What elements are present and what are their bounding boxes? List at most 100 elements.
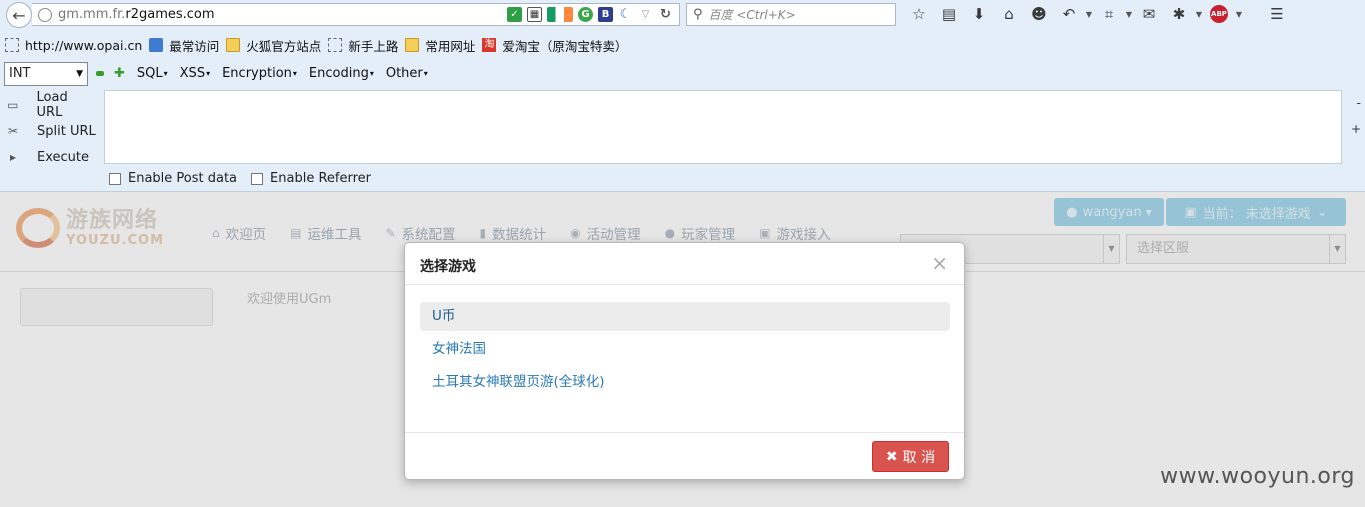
watermark: www.wooyun.org (1160, 464, 1355, 489)
close-icon: ✖ (885, 448, 898, 465)
dashed-page-icon (328, 38, 343, 52)
chevron-down-icon[interactable]: ▽ (638, 7, 653, 22)
adblock-label: ABP (1210, 5, 1228, 23)
menu-encoding[interactable]: Encoding (309, 66, 374, 81)
url-subdomain: gm.mm.fr. (58, 7, 126, 22)
address-bar[interactable]: gm.mm.fr. r2games.com ✓ ▦ G B ☾ ▽ ↻ (32, 3, 680, 26)
crop-icon[interactable]: ⌗ (1094, 3, 1124, 25)
moon-icon[interactable]: ☾ (618, 7, 633, 22)
navigation-bar: ← gm.mm.fr. r2games.com ✓ ▦ G B ☾ ▽ ↻ ⚲ 百… (0, 0, 1365, 30)
menu-sql[interactable]: SQL (137, 66, 168, 81)
bookmark-label: 常用网址 (425, 38, 476, 54)
bookmark-label: 爱淘宝（原淘宝特卖） (502, 38, 628, 54)
enable-referrer-checkbox[interactable]: Enable Referrer (251, 171, 371, 186)
hackbar-actions: ▭ Load URL ✂ Split URL ▸ Execute (4, 90, 96, 170)
menu-xss[interactable]: XSS (180, 66, 210, 81)
select-game-modal: 选择游戏 × U币 女神法国 土耳其女神联盟页游(全球化) ✖ 取 消 (404, 242, 965, 480)
game-item-turkey-goddess[interactable]: 土耳其女神联盟页游(全球化) (420, 368, 950, 397)
search-input[interactable]: ⚲ 百度 <Ctrl+K> (686, 3, 896, 26)
qrcode-icon[interactable]: ▦ (527, 7, 542, 22)
url-textarea[interactable] (104, 90, 1342, 164)
folder-icon (226, 38, 241, 52)
adblock-icon[interactable]: ABP (1204, 3, 1234, 25)
scissors-icon: ✂ (7, 124, 19, 138)
cancel-button[interactable]: ✖ 取 消 (872, 441, 949, 472)
home-icon[interactable]: ⌂ (994, 3, 1024, 25)
bookmark-label: 最常访问 (169, 38, 220, 54)
reload-icon[interactable]: ↻ (658, 7, 673, 22)
bookmark-most-visited[interactable]: 最常访问 (149, 36, 219, 55)
expand-button[interactable]: + (1351, 122, 1361, 136)
globe-icon (38, 7, 52, 22)
taobao-icon: 淘 (482, 38, 497, 52)
hackbar-menu: ✚ SQL XSS Encryption Encoding Other (96, 66, 440, 81)
download-icon[interactable]: ⬇ (964, 3, 994, 25)
browser-chrome: ← gm.mm.fr. r2games.com ✓ ▦ G B ☾ ▽ ↻ ⚲ 百… (0, 0, 1365, 192)
modal-footer: ✖ 取 消 (405, 432, 964, 479)
bookmark-label: http://www.opai.cn (25, 37, 143, 53)
modal-title: 选择游戏 (420, 259, 476, 275)
execute-button[interactable]: ▸ Execute (4, 144, 96, 170)
url-bar-icons: ✓ ▦ G B ☾ ▽ ↻ (507, 7, 673, 22)
search-placeholder: 百度 <Ctrl+K> (708, 8, 796, 22)
select-value: INT (9, 66, 31, 81)
menu-icon[interactable]: ☰ (1262, 3, 1292, 25)
chat-icon[interactable]: ✉ (1134, 3, 1164, 25)
menu-other[interactable]: Other (386, 66, 428, 81)
bug-icon[interactable]: ✱ (1164, 3, 1194, 25)
execute-label: Execute (37, 149, 89, 165)
chevron-down-icon[interactable]: ▼ (1234, 10, 1244, 19)
hackbar-options: Enable Post data Enable Referrer (109, 171, 371, 186)
star-icon[interactable]: ☆ (904, 3, 934, 25)
load-url-button[interactable]: ▭ Load URL (4, 90, 96, 120)
checkbox-box[interactable] (109, 172, 121, 185)
split-url-button[interactable]: ✂ Split URL (4, 118, 96, 144)
reading-list-icon[interactable]: ▤ (934, 3, 964, 25)
chevron-down-icon[interactable]: ▼ (1124, 10, 1134, 19)
bookmark-common-sites[interactable]: 常用网址 (405, 36, 475, 55)
g-addon-icon[interactable]: G (578, 7, 593, 22)
back-button[interactable]: ← (6, 2, 32, 28)
shield-icon[interactable]: ✓ (507, 7, 522, 22)
url-domain: r2games.com (125, 7, 215, 22)
modal-header: 选择游戏 × (405, 243, 964, 285)
bookmark-opai[interactable]: http://www.opai.cn (5, 38, 142, 53)
menu-encryption[interactable]: Encryption (222, 66, 297, 81)
browser-toolbar: ☆ ▤ ⬇ ⌂ ☻ ↶ ▼ ⌗ ▼ ✉ ✱ ▼ ABP ▼ ☰ (904, 3, 1292, 25)
chevron-down-icon[interactable]: ▼ (1194, 10, 1204, 19)
play-icon: ▸ (9, 150, 17, 164)
blue-page-icon (149, 38, 164, 52)
cancel-label: 取 消 (902, 449, 936, 466)
b-addon-icon[interactable]: B (598, 7, 613, 22)
dashed-page-icon (5, 38, 19, 52)
game-item-ucoin[interactable]: U币 (420, 302, 950, 331)
minus-icon[interactable] (96, 71, 104, 76)
undo-icon[interactable]: ↶ (1054, 3, 1084, 25)
load-url-label: Load URL (36, 90, 68, 120)
bookmark-label: 新手上路 (348, 38, 399, 54)
plus-icon[interactable]: ✚ (114, 66, 125, 81)
game-item-goddess-france[interactable]: 女神法国 (420, 335, 950, 364)
checkbox-label: Enable Referrer (270, 171, 371, 186)
game-list: U币 女神法国 土耳其女神联盟页游(全球化) (420, 302, 950, 401)
bookmark-aitaobao[interactable]: 淘爱淘宝（原淘宝特卖） (482, 36, 627, 55)
smiley-icon[interactable]: ☻ (1024, 3, 1054, 25)
bookmark-label: 火狐官方站点 (246, 38, 322, 54)
checkbox-label: Enable Post data (128, 171, 238, 186)
enable-post-checkbox[interactable]: Enable Post data (109, 171, 237, 186)
checkbox-box[interactable] (251, 172, 264, 185)
bookmark-firefox-official[interactable]: 火狐官方站点 (226, 36, 321, 55)
chevron-down-icon[interactable]: ▼ (1084, 10, 1094, 19)
ireland-flag-icon (547, 7, 573, 22)
bookmarks-bar: http://www.opai.cn 最常访问 火狐官方站点 新手上路 常用网址… (0, 34, 629, 56)
bookmark-getting-started[interactable]: 新手上路 (328, 36, 398, 55)
split-url-label: Split URL (37, 123, 96, 139)
chevron-down-icon: ▼ (76, 69, 83, 79)
close-icon[interactable]: × (931, 253, 948, 273)
load-url-icon: ▭ (7, 98, 19, 112)
folder-icon (405, 38, 420, 52)
shrink-button[interactable]: - (1357, 96, 1361, 110)
search-icon: ⚲ (693, 7, 703, 22)
type-select[interactable]: INT ▼ (4, 62, 88, 86)
back-arrow-icon: ← (12, 5, 26, 25)
